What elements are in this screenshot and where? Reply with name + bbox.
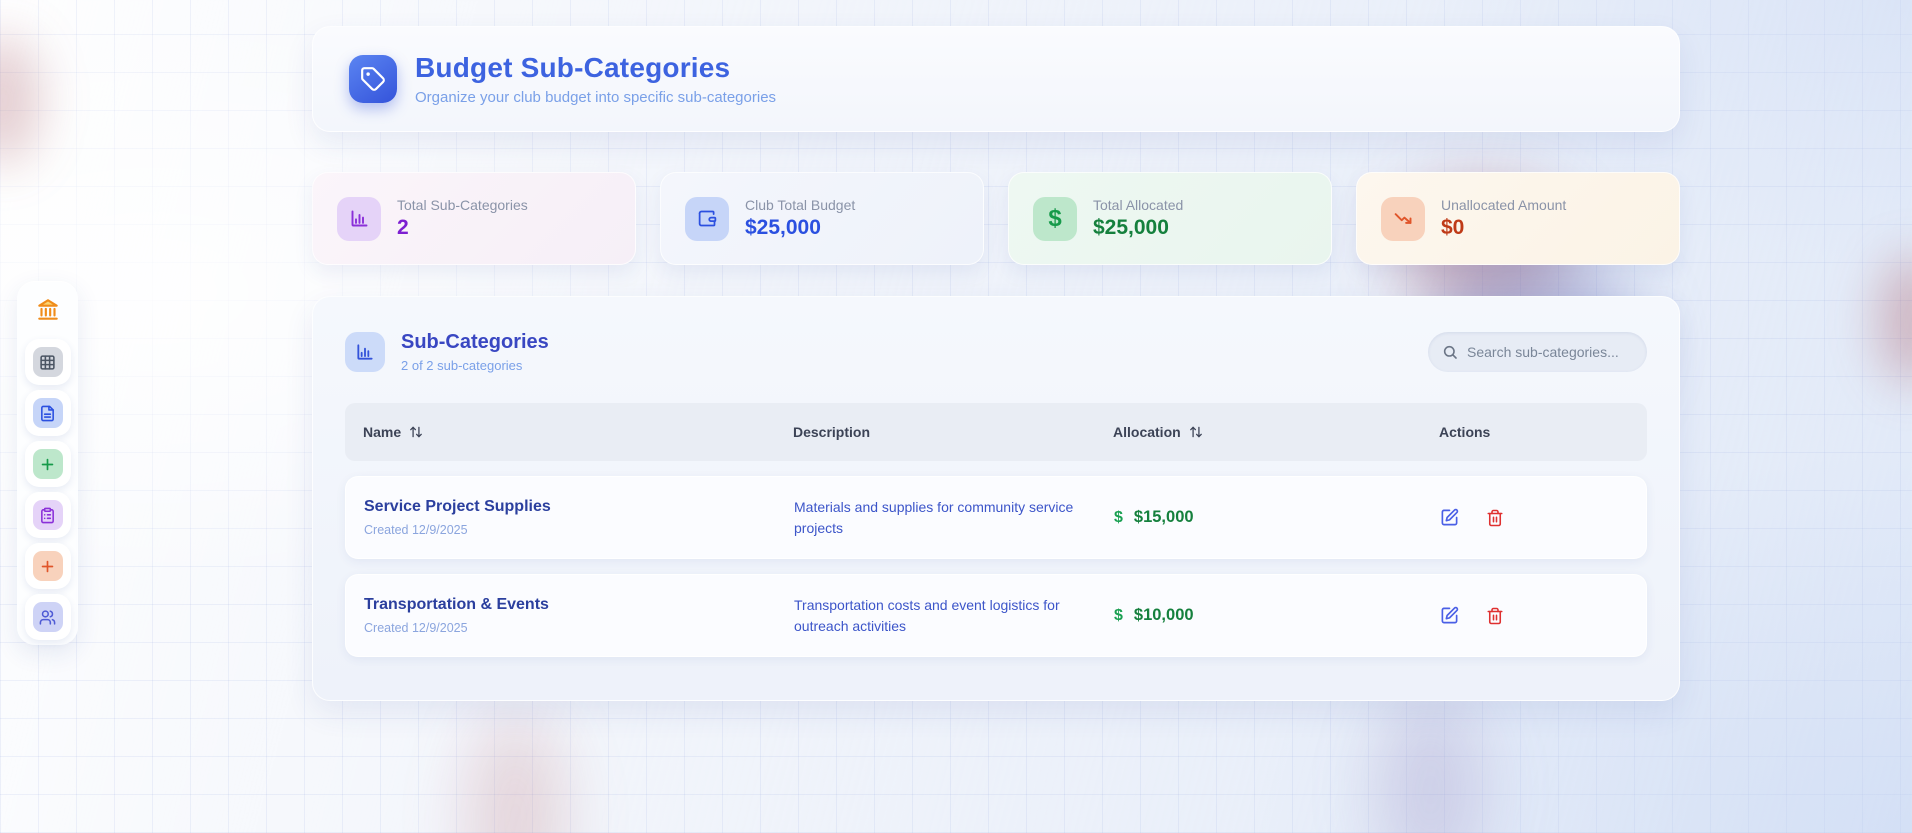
page-subtitle: Organize your club budget into specific … <box>415 89 777 106</box>
delete-button[interactable] <box>1486 509 1504 527</box>
trend-down-icon <box>1381 196 1425 241</box>
section-title: Sub-Categories <box>401 331 549 353</box>
stat-label: Total Sub-Categories <box>397 197 528 213</box>
plus-icon <box>32 551 63 581</box>
users-icon <box>32 602 63 632</box>
search-box <box>1428 332 1647 372</box>
subcategory-description: Transportation costs and event logistics… <box>794 597 1060 634</box>
stat-card-unallocated-amount: Unallocated Amount $0 <box>1356 172 1680 265</box>
subcategory-description: Materials and supplies for community ser… <box>794 499 1074 536</box>
table-row: Transportation & Events Created 12/9/202… <box>345 574 1647 657</box>
allocation-value: $10,000 <box>1133 606 1194 624</box>
stat-label: Total Allocated <box>1093 197 1184 213</box>
table-header: Name Description Allocation Actions <box>345 403 1647 461</box>
stat-value: 2 <box>397 216 409 239</box>
subcategory-name: Service Project Supplies <box>364 498 551 515</box>
plus-icon <box>32 449 63 479</box>
edit-button[interactable] <box>1440 606 1459 625</box>
column-header-actions: Actions <box>1439 424 1491 440</box>
sidebar-item-documents[interactable] <box>24 390 71 436</box>
search-input[interactable] <box>1467 344 1633 360</box>
allocation-value: $15,000 <box>1133 508 1194 526</box>
page-title: Budget Sub-Categories <box>415 52 731 83</box>
page-header: Budget Sub-Categories Organize your club… <box>312 26 1680 132</box>
sidebar-item-add-budget[interactable] <box>24 543 71 589</box>
section-subtitle: 2 of 2 sub-categories <box>401 358 523 373</box>
dollar-icon: $ <box>1114 508 1123 526</box>
wallet-icon <box>685 196 729 241</box>
document-icon <box>32 398 63 428</box>
bar-chart-icon <box>345 332 385 372</box>
decorative-blob <box>468 715 563 833</box>
subcategory-name: Transportation & Events <box>364 596 549 613</box>
table-row: Service Project Supplies Created 12/9/20… <box>345 476 1647 559</box>
stat-label: Unallocated Amount <box>1441 197 1567 213</box>
stat-card-club-total-budget: Club Total Budget $25,000 <box>660 172 984 265</box>
column-header-allocation[interactable]: Allocation <box>1113 424 1439 440</box>
stat-value: $25,000 <box>745 216 821 239</box>
stats-row: Total Sub-Categories 2 Club Total Budget… <box>312 172 1680 265</box>
column-header-name[interactable]: Name <box>345 424 793 440</box>
sort-icon <box>409 425 423 439</box>
delete-button[interactable] <box>1486 607 1504 625</box>
search-icon <box>1442 344 1458 360</box>
grid-icon <box>32 347 63 377</box>
decorative-blob <box>0 35 40 165</box>
sidebar-item-members[interactable] <box>24 594 71 640</box>
stat-card-total-subcategories: Total Sub-Categories 2 <box>312 172 636 265</box>
edit-button[interactable] <box>1440 508 1459 527</box>
stat-value: $25,000 <box>1093 216 1169 239</box>
clipboard-icon <box>32 500 63 530</box>
subcategory-created: Created 12/9/2025 <box>364 523 468 537</box>
sidebar-item-clipboard[interactable] <box>24 492 71 538</box>
dollar-icon: $ <box>1033 196 1077 241</box>
stat-value: $0 <box>1441 216 1465 239</box>
stat-label: Club Total Budget <box>745 197 856 213</box>
decorative-blob <box>1878 255 1912 385</box>
sort-icon <box>1189 425 1203 439</box>
decorative-blob <box>1378 695 1483 833</box>
bank-icon[interactable] <box>33 295 63 325</box>
bar-chart-icon <box>337 196 381 241</box>
subcategory-created: Created 12/9/2025 <box>364 621 468 635</box>
subcategories-panel: Sub-Categories 2 of 2 sub-categories Nam… <box>312 296 1680 701</box>
sidebar-item-add[interactable] <box>24 441 71 487</box>
sidebar <box>17 281 78 645</box>
column-header-description: Description <box>793 424 871 440</box>
stat-card-total-allocated: $ Total Allocated $25,000 <box>1008 172 1332 265</box>
dollar-icon: $ <box>1114 606 1123 624</box>
tag-icon <box>349 55 397 103</box>
sidebar-item-dashboard[interactable] <box>24 339 71 385</box>
